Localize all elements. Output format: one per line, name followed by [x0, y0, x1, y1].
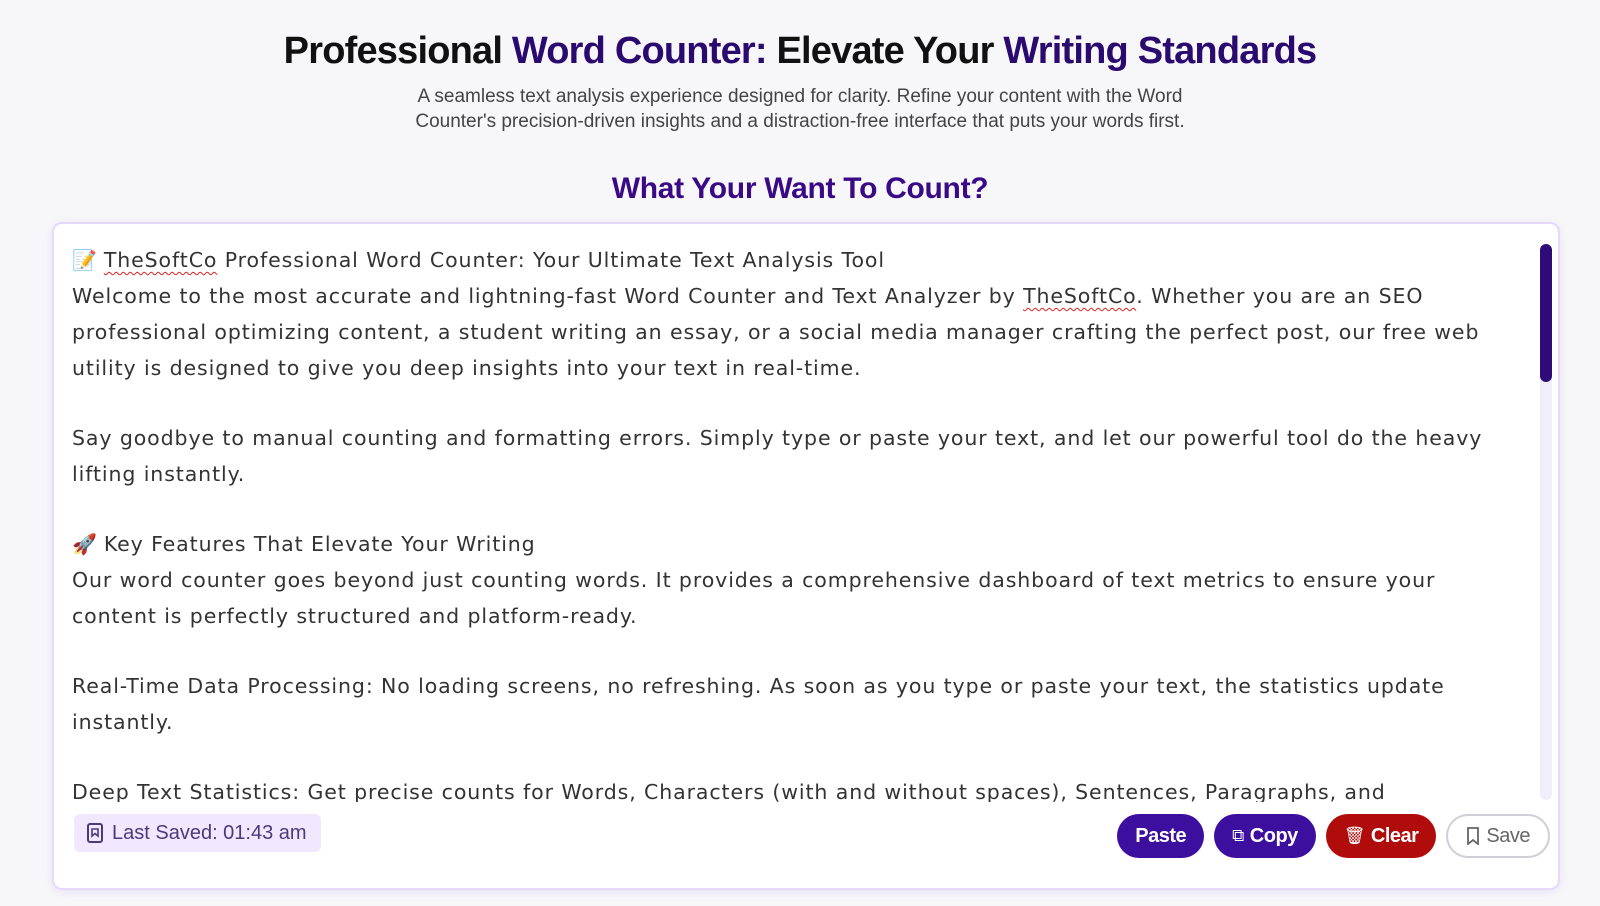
title-highlight-2: Writing Standards [1003, 30, 1317, 72]
editor-actions: Paste ⧉ Copy 🗑 Clear Save [1117, 814, 1550, 858]
save-bookmark-icon [1467, 827, 1480, 845]
heading-1-rest: Professional Word Counter: Your Ultimate… [217, 248, 885, 272]
last-saved-text: Last Saved: 01:43 am [112, 821, 307, 844]
editor-paragraph-4: Real-Time Data Processing: No loading sc… [72, 674, 1445, 734]
copy-icon: ⧉ [1232, 826, 1244, 845]
editor-paragraph-2: Say goodbye to manual counting and forma… [72, 426, 1483, 486]
paste-button[interactable]: Paste [1117, 814, 1205, 858]
editor-paragraph-1: Welcome to the most accurate and lightni… [72, 278, 1522, 386]
bookmark-icon [87, 823, 103, 843]
last-saved-badge: Last Saved: 01:43 am [74, 814, 321, 852]
save-label: Save [1486, 824, 1530, 847]
trash-icon: 🗑 [1343, 826, 1366, 845]
subtitle-line-2: Counter's precision-driven insights and … [415, 111, 1185, 132]
copy-button[interactable]: ⧉ Copy [1214, 814, 1316, 858]
para-1-brand: TheSoftCo [1023, 284, 1137, 308]
page-title: Professional Word Counter: Elevate Your … [0, 30, 1600, 73]
section-title: What Your Want To Count? [611, 172, 989, 205]
clear-button[interactable]: 🗑 Clear [1325, 814, 1437, 858]
copy-label: Copy [1249, 824, 1299, 847]
editor-paragraph-5: Deep Text Statistics: Get precise counts… [72, 780, 1386, 802]
paste-label: Paste [1135, 824, 1187, 847]
title-part-1: Professional [283, 30, 512, 72]
memo-icon: 📝 [72, 248, 98, 272]
save-button[interactable]: Save [1446, 814, 1550, 858]
page-subtitle: A seamless text analysis experience desi… [300, 84, 1300, 134]
rocket-icon: 🚀 [72, 532, 98, 556]
heading-2-text: Key Features That Elevate Your Writing [103, 532, 536, 556]
clear-label: Clear [1370, 824, 1419, 847]
subtitle-line-1: A seamless text analysis experience desi… [417, 86, 1183, 107]
editor-textarea[interactable]: 📝 TheSoftCo Professional Word Counter: Yo… [72, 242, 1522, 802]
editor-heading-2: 🚀 Key Features That Elevate Your Writing [72, 526, 1522, 562]
title-highlight-1: Word Counter: [511, 30, 768, 72]
title-part-2: Elevate Your [766, 30, 1004, 72]
para-1-start: Welcome to the most accurate and lightni… [72, 284, 1024, 308]
brand-misspelled: TheSoftCo [103, 248, 218, 272]
editor-heading-1: 📝 TheSoftCo Professional Word Counter: Yo… [72, 242, 1522, 278]
text-editor[interactable]: 📝 TheSoftCo Professional Word Counter: Yo… [52, 222, 1560, 890]
scrollbar-thumb[interactable] [1540, 244, 1552, 382]
editor-paragraph-3: Our word counter goes beyond just counti… [72, 568, 1436, 628]
